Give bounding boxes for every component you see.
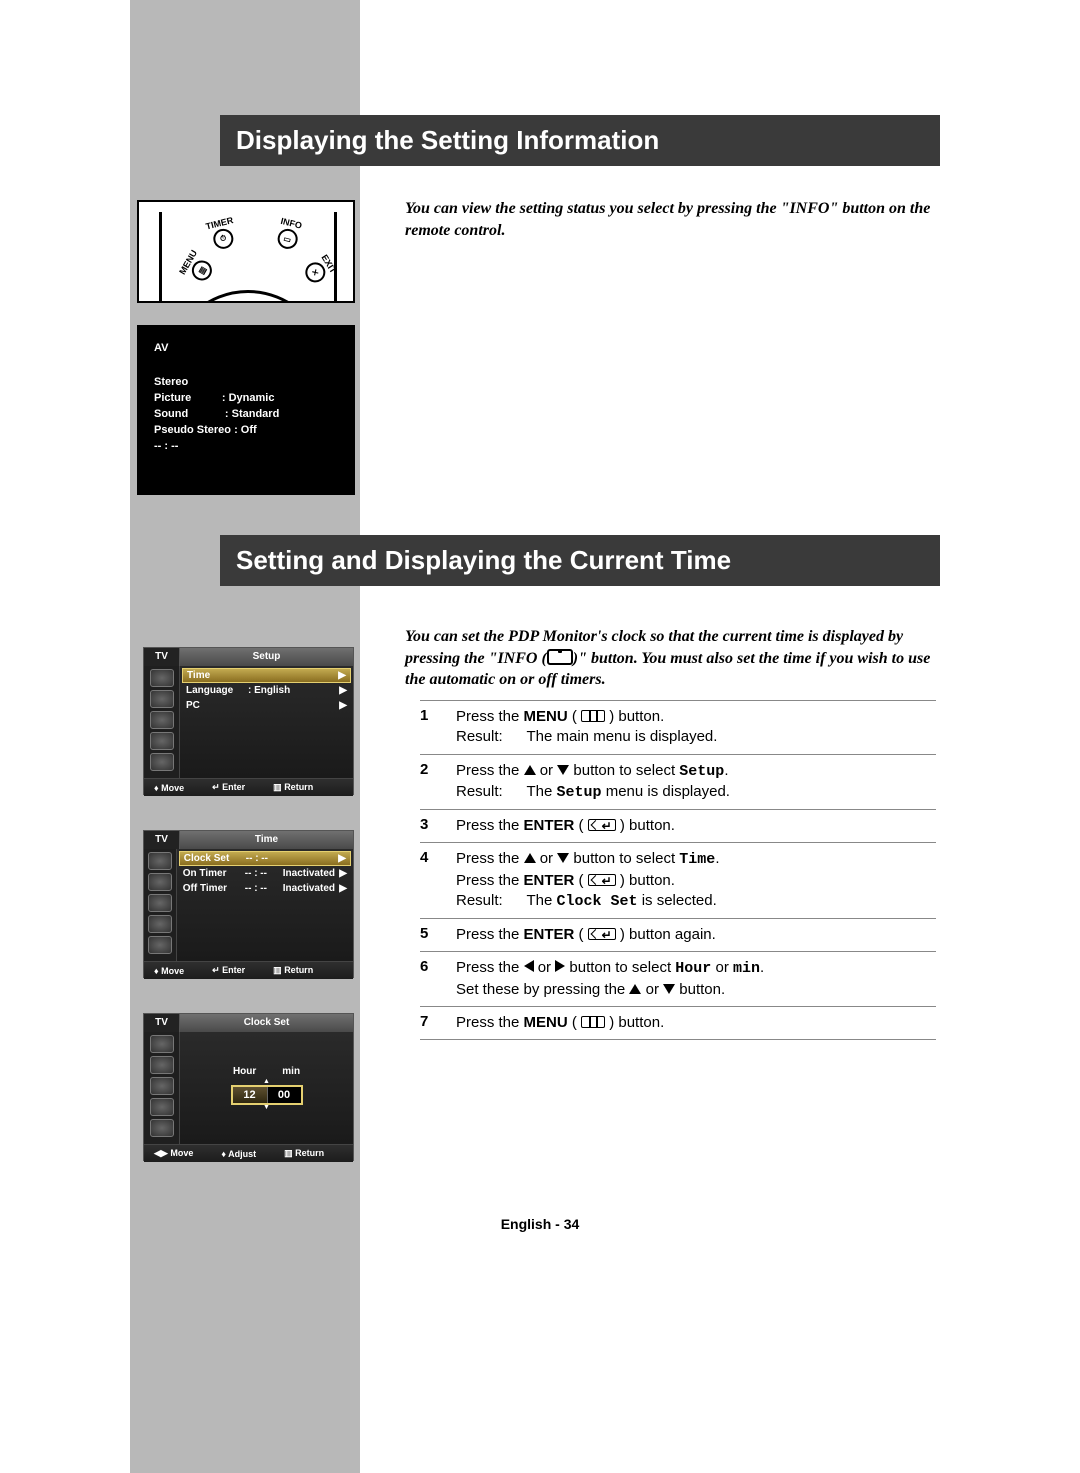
step-body: Press the MENU ( ) button.Result: The ma…: [456, 707, 936, 748]
osd-row-time: Time▶: [182, 668, 351, 683]
osd-tv-label: TV: [144, 831, 180, 849]
enter-button-icon: [588, 928, 616, 940]
step-row: 4Press the or button to select Time.Pres…: [420, 843, 936, 918]
left-triangle-icon: [524, 960, 534, 972]
enter-button-icon: [588, 819, 616, 831]
step-body: Press the or button to select Hour or mi…: [456, 958, 936, 1000]
osd-time-screenshot: TV Time Clock Set-- : --▶ On Timer-- : -…: [143, 830, 354, 978]
intro-text-1: You can view the setting status you sele…: [405, 198, 935, 241]
step-row: 6Press the or button to select Hour or m…: [420, 952, 936, 1006]
down-triangle-icon: [663, 984, 675, 994]
up-triangle-icon: [524, 853, 536, 863]
remote-timer-button: TIMER⏱: [205, 215, 240, 252]
result-label: Result:: [456, 891, 514, 911]
osd-row-offtimer: Off Timer-- : --Inactivated▶: [177, 881, 353, 896]
step-body: Press the or button to select Time.Press…: [456, 849, 936, 912]
osd-icon: [148, 894, 172, 912]
osd-icon: [150, 1119, 174, 1137]
info-time: -- : --: [154, 440, 338, 452]
osd-icon: [150, 732, 174, 750]
step-row: 2Press the or button to select Setup.Res…: [420, 755, 936, 810]
right-triangle-icon: [555, 960, 565, 972]
section-heading-1: Displaying the Setting Information: [220, 115, 940, 166]
clock-values: 12 00: [231, 1085, 303, 1105]
down-triangle-icon: [557, 853, 569, 863]
osd-footer: ♦ Move ↵ Enter ▥ Return: [144, 778, 353, 796]
step-number: 3: [420, 816, 456, 836]
info-sound: Sound : Standard: [154, 408, 338, 420]
osd-row-ontimer: On Timer-- : --Inactivated▶: [177, 866, 353, 881]
clock-hour-value: 12: [233, 1087, 267, 1103]
step-body: Press the or button to select Setup.Resu…: [456, 761, 936, 804]
osd-icon: [150, 1077, 174, 1095]
remote-menu-button: MENU▥: [177, 248, 217, 286]
osd-icon-column: [144, 1032, 180, 1144]
intro-text-2: You can set the PDP Monitor's clock so t…: [405, 626, 935, 691]
osd-row-clockset: Clock Set-- : --▶: [179, 851, 351, 866]
osd-icon: [150, 1098, 174, 1116]
info-source: AV: [154, 342, 338, 354]
osd-icon: [148, 936, 172, 954]
step-number: 1: [420, 707, 456, 748]
clock-min-value: 00: [267, 1087, 301, 1103]
osd-row-pc: PC▶: [180, 698, 353, 713]
info-audio: Stereo: [154, 376, 338, 388]
remote-control-illustration: TIMER⏱ INFO▭ MENU▥ EXIT✕: [137, 200, 355, 303]
osd-footer: ♦ Move ↵ Enter ▥ Return: [144, 961, 353, 979]
info-osd-screenshot: AV Stereo Picture : Dynamic Sound : Stan…: [137, 325, 355, 495]
enter-button-icon: [588, 874, 616, 886]
osd-footer: ◀▶ Move ♦ Adjust ▥ Return: [144, 1144, 353, 1162]
step-row: 5Press the ENTER ( ) button again.: [420, 919, 936, 951]
osd-clockset-title: Clock Set: [180, 1014, 353, 1032]
step-number: 6: [420, 958, 456, 1000]
osd-icon: [150, 1035, 174, 1053]
up-triangle-icon: [629, 984, 641, 994]
clock-min-label: min: [282, 1066, 300, 1077]
info-pseudo: Pseudo Stereo : Off: [154, 424, 338, 436]
osd-icon: [148, 873, 172, 891]
menu-button-icon: [581, 710, 605, 722]
osd-row-language: Language: English▶: [180, 683, 353, 698]
osd-icon: [150, 669, 174, 687]
osd-setup-title: Setup: [180, 648, 353, 666]
osd-icon-column: [144, 666, 180, 778]
info-picture: Picture : Dynamic: [154, 392, 338, 404]
step-body: Press the ENTER ( ) button.: [456, 816, 936, 836]
down-triangle-icon: [557, 765, 569, 775]
osd-icon: [150, 1056, 174, 1074]
osd-icon: [148, 915, 172, 933]
steps-list: 1Press the MENU ( ) button.Result: The m…: [420, 700, 936, 1040]
osd-icon-column: [144, 849, 177, 961]
result-label: Result:: [456, 782, 514, 802]
step-number: 2: [420, 761, 456, 804]
step-number: 5: [420, 925, 456, 945]
menu-button-icon: [581, 1016, 605, 1028]
osd-setup-screenshot: TV Setup Time▶ Language: English▶ PC▶: [143, 647, 354, 795]
osd-icon: [150, 711, 174, 729]
step-row: 3Press the ENTER ( ) button.: [420, 810, 936, 842]
clock-hour-label: Hour: [233, 1066, 256, 1077]
manual-page: Displaying the Setting Information Setti…: [0, 0, 1080, 1473]
osd-tv-label: TV: [144, 1014, 180, 1032]
step-number: 4: [420, 849, 456, 912]
step-number: 7: [420, 1013, 456, 1033]
step-body: Press the ENTER ( ) button again.: [456, 925, 936, 945]
info-icon: [547, 649, 573, 665]
section-heading-2: Setting and Displaying the Current Time: [220, 535, 940, 586]
osd-tv-label: TV: [144, 648, 180, 666]
remote-info-button: INFO▭: [275, 216, 303, 251]
step-row: 7Press the MENU ( ) button.: [420, 1007, 936, 1039]
result-label: Result:: [456, 727, 514, 747]
osd-icon: [150, 690, 174, 708]
osd-icon: [150, 753, 174, 771]
osd-clockset-screenshot: TV Clock Set Hour min ▲ 12 00: [143, 1013, 354, 1161]
step-body: Press the MENU ( ) button.: [456, 1013, 936, 1033]
osd-time-title: Time: [180, 831, 353, 849]
up-triangle-icon: [524, 765, 536, 775]
page-footer: English - 34: [0, 1216, 1080, 1232]
step-row: 1Press the MENU ( ) button.Result: The m…: [420, 701, 936, 754]
remote-exit-button: EXIT✕: [302, 253, 339, 286]
remote-dpad: [168, 290, 328, 303]
osd-icon: [148, 852, 172, 870]
